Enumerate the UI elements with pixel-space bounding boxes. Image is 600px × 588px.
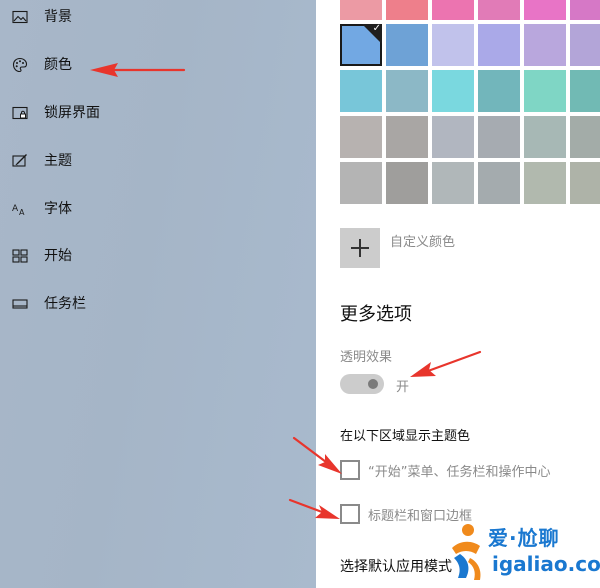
color-swatch[interactable] xyxy=(570,70,600,112)
sidebar-item-taskbar[interactable]: 任务栏 xyxy=(0,284,316,324)
sidebar-item-fonts[interactable]: A A 字体 xyxy=(0,189,316,229)
color-swatch[interactable] xyxy=(386,70,428,112)
font-icon: A A xyxy=(12,204,25,217)
sidebar-item-label: 主题 xyxy=(44,153,72,169)
transparency-toggle[interactable] xyxy=(340,374,384,394)
custom-color-label: 自定义颜色 xyxy=(390,235,456,250)
color-swatch[interactable] xyxy=(570,162,600,204)
color-swatch[interactable] xyxy=(386,24,428,66)
color-swatch[interactable] xyxy=(524,162,566,204)
picture-icon xyxy=(12,10,28,24)
color-swatch[interactable] xyxy=(524,70,566,112)
personalization-sidebar: 背景 颜色 锁屏界面 主题 A A 字体 开始 任务栏 xyxy=(0,0,316,588)
sidebar-item-label: 颜色 xyxy=(44,57,72,73)
colors-settings-panel: ✓ 自定义颜色 更多选项 透明效果 开 在以下区域显示主题色 “开始”菜单、任务… xyxy=(316,0,600,588)
svg-text:A: A xyxy=(19,208,25,217)
checkbox-label: “开始”菜单、任务栏和操作中心 xyxy=(368,465,551,480)
color-swatch[interactable] xyxy=(478,162,520,204)
transparency-state: 开 xyxy=(396,380,410,395)
color-swatch[interactable] xyxy=(570,0,600,20)
color-swatch[interactable] xyxy=(432,24,474,66)
lock-screen-icon xyxy=(12,106,28,120)
checkmark-icon: ✓ xyxy=(372,23,381,34)
color-swatch[interactable] xyxy=(432,0,474,20)
color-swatch[interactable] xyxy=(524,24,566,66)
checkbox-box[interactable] xyxy=(340,460,360,480)
color-swatch[interactable] xyxy=(386,116,428,158)
color-swatch[interactable] xyxy=(478,0,520,20)
svg-text:A: A xyxy=(12,204,19,214)
sidebar-item-themes[interactable]: 主题 xyxy=(0,141,316,181)
settings-window: 背景 颜色 锁屏界面 主题 A A 字体 开始 任务栏 ✓ 自定义颜色 更多选项… xyxy=(0,0,600,588)
palette-icon xyxy=(12,57,28,73)
color-swatch[interactable] xyxy=(432,116,474,158)
color-swatch[interactable] xyxy=(386,0,428,20)
sidebar-item-start[interactable]: 开始 xyxy=(0,236,316,276)
color-swatch[interactable] xyxy=(386,162,428,204)
taskbar-icon xyxy=(12,299,28,309)
selected-color-swatch[interactable]: ✓ xyxy=(340,23,382,66)
toggle-knob xyxy=(368,379,378,389)
color-swatch[interactable] xyxy=(570,24,600,66)
sidebar-item-lock-screen[interactable]: 锁屏界面 xyxy=(0,93,316,133)
transparency-label: 透明效果 xyxy=(340,350,393,365)
theme-icon xyxy=(12,154,27,167)
color-swatch[interactable] xyxy=(340,162,382,204)
color-swatch[interactable] xyxy=(478,24,520,66)
more-options-title: 更多选项 xyxy=(340,304,412,325)
sidebar-item-colors[interactable]: 颜色 xyxy=(0,45,316,85)
accent-surfaces-label: 在以下区域显示主题色 xyxy=(340,429,471,444)
color-swatch[interactable] xyxy=(432,70,474,112)
app-mode-label: 选择默认应用模式 xyxy=(340,559,452,575)
sidebar-item-label: 任务栏 xyxy=(44,296,86,312)
sidebar-item-label: 字体 xyxy=(44,201,72,217)
checkbox-box[interactable] xyxy=(340,504,360,524)
color-swatch[interactable] xyxy=(478,116,520,158)
color-swatch[interactable] xyxy=(340,70,382,112)
plus-icon xyxy=(340,228,380,268)
color-swatch[interactable] xyxy=(524,116,566,158)
color-swatch[interactable] xyxy=(432,162,474,204)
sidebar-item-label: 背景 xyxy=(44,9,72,25)
color-swatch[interactable] xyxy=(340,116,382,158)
color-swatch[interactable] xyxy=(478,70,520,112)
sidebar-item-label: 开始 xyxy=(44,248,72,264)
color-swatch[interactable] xyxy=(340,0,382,20)
sidebar-item-background[interactable]: 背景 xyxy=(0,0,316,37)
checkbox-label: 标题栏和窗口边框 xyxy=(368,509,473,524)
start-icon xyxy=(12,249,28,263)
sidebar-item-label: 锁屏界面 xyxy=(44,105,100,121)
color-swatch[interactable] xyxy=(570,116,600,158)
color-swatch[interactable] xyxy=(524,0,566,20)
